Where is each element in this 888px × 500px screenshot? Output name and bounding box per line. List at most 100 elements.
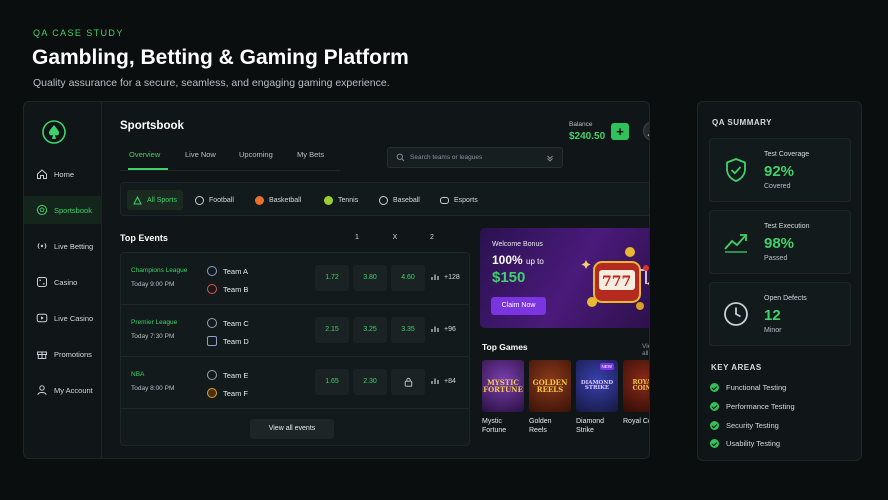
game-name: Royal Coins	[623, 418, 649, 425]
bonus-label: Welcome Bonus	[492, 241, 543, 248]
metric-sub: Minor	[764, 327, 782, 334]
shield-check-icon	[726, 158, 746, 182]
event-row: Premier League Today 7:30 PM Team C Team…	[121, 305, 469, 357]
balance-label: Balance	[569, 121, 593, 128]
shield-crest-icon	[207, 336, 217, 346]
odds-button-draw[interactable]: 2.30	[353, 369, 387, 395]
add-funds-button[interactable]: +	[611, 123, 629, 140]
check-circle-icon	[710, 402, 719, 411]
qa-summary-panel: QA SUMMARY Test Coverage 92% Covered Tes…	[697, 101, 862, 461]
basketball-icon	[207, 388, 217, 398]
key-area-item: Security Testing	[710, 421, 779, 430]
svg-text:777: 777	[602, 274, 631, 290]
top-games-title: Top Games	[482, 342, 528, 352]
more-markets-link[interactable]: +128	[431, 273, 460, 281]
odds-button-away[interactable]: 4.60	[391, 265, 425, 291]
game-thumbnail: GOLDEN REELS	[529, 360, 571, 412]
avatar[interactable]	[643, 121, 649, 141]
games-view-all-link[interactable]: View all	[642, 343, 649, 357]
metric-card-execution: Test Execution 98% Passed	[709, 210, 851, 274]
key-area-label: Usability Testing	[726, 439, 781, 448]
search-input[interactable]: Search teams or leagues	[387, 147, 563, 168]
filter-baseball[interactable]: Baseball	[373, 190, 426, 210]
bar-chart-icon	[431, 274, 439, 280]
game-card[interactable]: MYSTIC FORTUNE Mystic Fortune	[482, 360, 524, 436]
game-thumbnail: MYSTIC FORTUNE	[482, 360, 524, 412]
filter-all-sports[interactable]: All Sports	[127, 190, 183, 210]
odds-button-away[interactable]: 3.35	[391, 317, 425, 343]
team-away: Team D	[207, 336, 249, 346]
sidebar-item-label: My Account	[54, 385, 93, 395]
metric-sub: Covered	[764, 183, 791, 190]
more-count: +96	[444, 325, 456, 333]
sidebar-item-live-casino[interactable]: Live Casino	[24, 304, 101, 332]
claim-now-button[interactable]: Claim Now	[491, 297, 546, 315]
more-count: +128	[444, 273, 460, 281]
football-icon	[195, 195, 204, 205]
filter-basketball[interactable]: Basketball	[249, 190, 307, 210]
crest-icon	[207, 284, 217, 294]
more-markets-link[interactable]: +96	[431, 325, 456, 333]
more-count: +84	[444, 377, 456, 385]
filter-label: Baseball	[393, 196, 420, 204]
filter-label: Football	[209, 196, 234, 204]
odds-button-home[interactable]: 1.72	[315, 265, 349, 291]
game-name: Mystic Fortune	[482, 418, 507, 435]
check-circle-icon	[710, 421, 719, 430]
team-name: Team E	[223, 370, 249, 380]
event-time: Today 8:00 PM	[131, 385, 175, 392]
filter-label: Basketball	[269, 196, 302, 204]
tab-upcoming[interactable]: Upcoming	[239, 150, 273, 159]
team-name: Team F	[223, 388, 249, 398]
filter-esports[interactable]: Esports	[434, 190, 484, 210]
odds-button-draw[interactable]: 3.25	[353, 317, 387, 343]
bonus-amount: $150	[492, 269, 526, 286]
metric-card-defects: Open Defects 12 Minor	[709, 282, 851, 346]
tab-live-now[interactable]: Live Now	[185, 150, 216, 159]
tab-divider	[120, 170, 340, 171]
game-thumbnail-art: ROYAL COINS	[632, 379, 650, 392]
tab-overview[interactable]: Overview	[129, 150, 160, 159]
odds-button-home[interactable]: 1.65	[315, 369, 349, 395]
tab-my-bets[interactable]: My Bets	[297, 150, 324, 159]
team-away: Team F	[207, 388, 248, 398]
sidebar-item-sportsbook[interactable]: Sportsbook	[24, 196, 101, 224]
filter-tennis[interactable]: Tennis	[318, 190, 364, 210]
team-name: Team C	[223, 318, 249, 328]
sidebar-item-my-account[interactable]: My Account	[24, 376, 101, 404]
sidebar-item-live-betting[interactable]: Live Betting	[24, 232, 101, 260]
game-card[interactable]: GOLDEN REELS Golden Reels	[529, 360, 571, 436]
odds-button-home[interactable]: 2.15	[315, 317, 349, 343]
sidebar-item-label: Home	[54, 169, 75, 179]
basketball-icon	[255, 195, 264, 205]
game-card[interactable]: DIAMOND STRIKE NEW Diamond Strike	[576, 360, 618, 436]
shield-crest-icon	[207, 266, 217, 276]
metric-label: Open Defects	[764, 295, 807, 302]
new-badge: NEW	[599, 363, 614, 370]
sport-filter-bar: All Sports Football Basketball Tennis Ba…	[120, 182, 649, 216]
game-card[interactable]: ROYAL COINS Royal Coins	[623, 360, 650, 426]
event-time: Today 7:30 PM	[131, 333, 175, 340]
odds-button-draw[interactable]: 3.80	[353, 265, 387, 291]
sportsbook-tabs: Overview Live Now Upcoming My Bets	[120, 146, 340, 172]
metric-sub: Passed	[764, 255, 788, 262]
home-icon	[36, 168, 48, 180]
search-placeholder: Search teams or leagues	[410, 154, 483, 161]
filter-football[interactable]: Football	[189, 190, 240, 210]
page-title: Gambling, Betting & Gaming Platform	[32, 46, 409, 69]
sidebar-item-home[interactable]: Home	[24, 160, 101, 188]
baseball-icon	[379, 195, 388, 205]
qa-summary-title: QA SUMMARY	[712, 118, 772, 127]
event-row: NBA Today 8:00 PM Team E Team F 1.65 2.3…	[121, 357, 469, 409]
sidebar-item-label: Live Betting	[54, 241, 94, 251]
view-all-events-button[interactable]: View all events	[250, 419, 334, 439]
key-area-label: Functional Testing	[726, 383, 787, 392]
filter-label: All Sports	[147, 196, 177, 204]
more-markets-link[interactable]: +84	[431, 377, 456, 385]
team-home: Team E	[207, 370, 248, 380]
trend-up-icon	[724, 234, 747, 253]
league-name: Champions League	[131, 267, 188, 274]
sidebar-item-promotions[interactable]: Promotions	[24, 340, 101, 368]
sidebar-item-casino[interactable]: Casino	[24, 268, 101, 296]
col-header-home: 1	[355, 234, 359, 241]
